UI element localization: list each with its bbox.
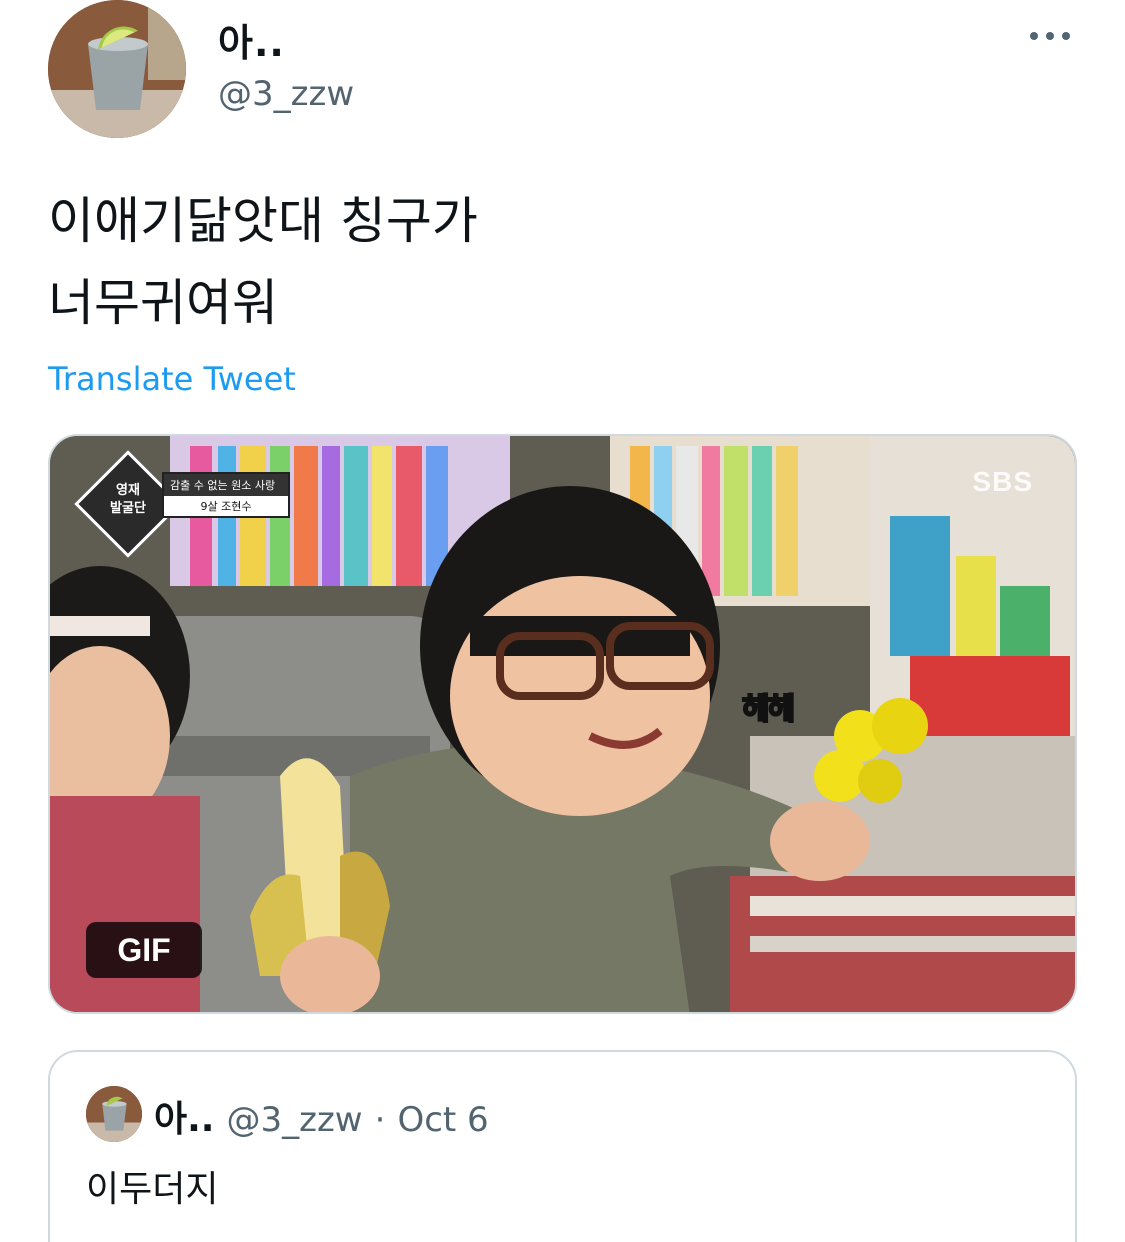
quoted-tweet-card[interactable]: 아.. @3_zzw · Oct 6 이두더지 bbox=[48, 1050, 1077, 1242]
gif-frame-illustration bbox=[50, 436, 1075, 1012]
author-display-name[interactable]: 아.. bbox=[218, 12, 285, 67]
quoted-tweet-text: 이두더지 bbox=[86, 1169, 219, 1210]
onscreen-sound-effect: 헤헤 bbox=[741, 691, 796, 728]
quoted-tweet-date: Oct 6 bbox=[397, 1100, 489, 1140]
author-handle[interactable]: @3_zzw bbox=[218, 74, 354, 114]
quoted-tweet-header: 아.. @3_zzw · Oct 6 bbox=[154, 1090, 489, 1142]
gif-badge: GIF bbox=[86, 922, 202, 978]
quoted-separator: · bbox=[374, 1100, 386, 1140]
more-dot bbox=[1062, 32, 1070, 40]
author-avatar[interactable] bbox=[48, 0, 186, 138]
cup-avatar-icon bbox=[86, 1086, 142, 1142]
more-dot bbox=[1046, 32, 1054, 40]
more-dot bbox=[1030, 32, 1038, 40]
quoted-author-handle: @3_zzw bbox=[226, 1100, 363, 1140]
broadcaster-watermark: SBS bbox=[972, 466, 1033, 497]
show-logo-text: 영재 발굴단 bbox=[110, 483, 146, 516]
cup-avatar-icon bbox=[48, 0, 186, 138]
caption-title: 감출 수 없는 원소 사랑 bbox=[164, 474, 288, 496]
quoted-author-avatar bbox=[86, 1086, 142, 1142]
quoted-author-name: 아.. bbox=[154, 1099, 215, 1140]
tweet-text: 이애기닮앗대 칭구가 너무귀여워 bbox=[48, 180, 1048, 344]
tweet-text-line: 너무귀여워 bbox=[48, 274, 278, 332]
tweet-media-gif[interactable]: 영재 발굴단 감출 수 없는 원소 사랑 9살 조현수 SBS 헤헤 GIF bbox=[48, 434, 1077, 1014]
translate-tweet-link[interactable]: Translate Tweet bbox=[48, 360, 296, 398]
tweet: 아.. @3_zzw 이애기닮앗대 칭구가 너무귀여워 Translate Tw… bbox=[0, 0, 1125, 1242]
tweet-text-line: 이애기닮앗대 칭구가 bbox=[48, 192, 478, 250]
caption-subtitle: 9살 조현수 bbox=[200, 500, 252, 513]
more-options-icon[interactable] bbox=[1022, 22, 1078, 50]
broadcast-caption: 감출 수 없는 원소 사랑 9살 조현수 bbox=[162, 472, 290, 518]
